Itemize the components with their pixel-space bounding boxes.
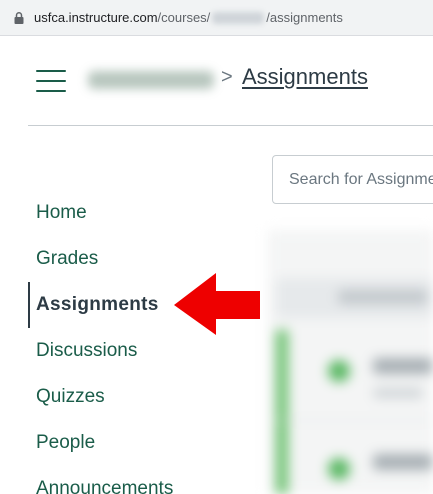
assignment-group-title bbox=[338, 290, 428, 304]
nav-item-quizzes[interactable]: Quizzes bbox=[28, 374, 228, 420]
url-path-prefix: /courses/ bbox=[157, 10, 211, 25]
redacted-course-id bbox=[212, 11, 265, 24]
published-indicator-bar bbox=[276, 330, 288, 494]
row-divider bbox=[276, 420, 433, 421]
nav-item-home[interactable]: Home bbox=[28, 190, 228, 236]
assignment-list-blurred bbox=[268, 230, 433, 494]
breadcrumb-current-page[interactable]: Assignments bbox=[242, 64, 368, 90]
url-host: usfca.instructure.com bbox=[34, 10, 158, 25]
assignment-icon bbox=[328, 458, 350, 480]
red-arrow-annotation-icon bbox=[174, 273, 260, 335]
assignment-search-input[interactable] bbox=[289, 170, 433, 189]
nav-item-announcements[interactable]: Announcements bbox=[28, 466, 228, 494]
assignment-icon bbox=[328, 360, 350, 382]
url-path-suffix: /assignments bbox=[266, 10, 343, 25]
nav-item-people[interactable]: People bbox=[28, 420, 228, 466]
course-navigation: Home Grades Assignments Discussions Quiz… bbox=[28, 190, 228, 494]
url-text: usfca.instructure.com /courses/ /assignm… bbox=[34, 10, 343, 25]
breadcrumb-separator: > bbox=[221, 66, 233, 88]
hamburger-line bbox=[36, 70, 66, 72]
assignment-search-box[interactable] bbox=[272, 155, 433, 204]
hamburger-line bbox=[36, 80, 66, 82]
breadcrumb-course-link-redacted[interactable] bbox=[88, 71, 214, 89]
lock-icon bbox=[14, 11, 24, 24]
address-bar[interactable]: usfca.instructure.com /courses/ /assignm… bbox=[0, 0, 433, 36]
hamburger-menu-button[interactable] bbox=[36, 70, 66, 92]
assignment-title bbox=[373, 358, 433, 374]
assignment-meta bbox=[373, 388, 423, 398]
assignment-title bbox=[373, 454, 433, 470]
hamburger-line bbox=[36, 90, 66, 92]
header-divider bbox=[28, 125, 433, 126]
